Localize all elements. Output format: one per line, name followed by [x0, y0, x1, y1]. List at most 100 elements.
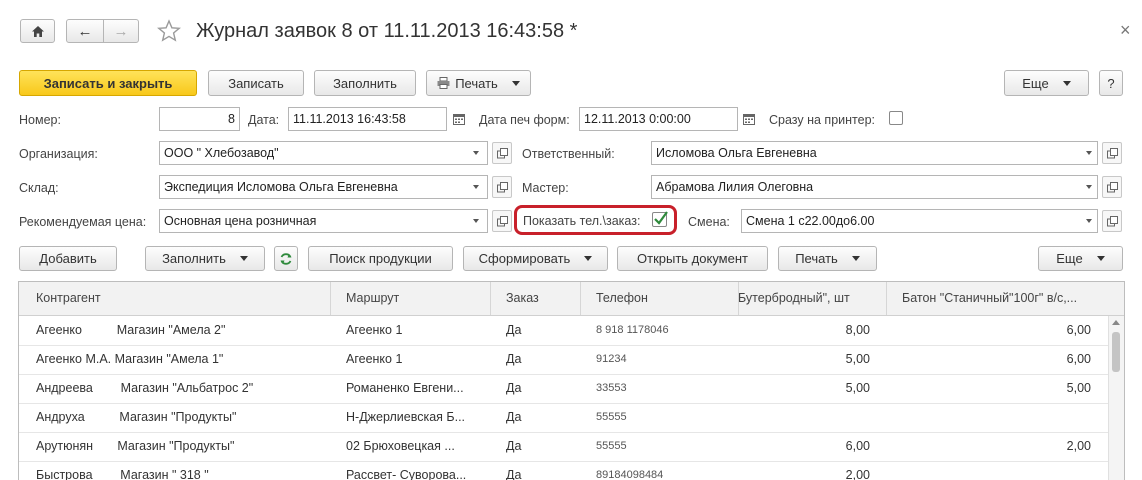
table-row[interactable]: Агеенко Магазин "Амела 2" Агеенко 1 Да 8…	[19, 316, 1109, 346]
home-icon	[31, 25, 44, 37]
open-master-button[interactable]	[1102, 176, 1122, 198]
organization-field[interactable]: ООО " Хлебозавод"	[159, 141, 488, 165]
calendar-icon[interactable]	[740, 108, 758, 130]
cell-product-2: 2,00	[1066, 439, 1091, 453]
refresh-icon	[280, 252, 292, 265]
print-date-field[interactable]: 12.11.2013 0:00:00	[579, 107, 738, 131]
column-header-product-2[interactable]: Батон "Станичный"100г" в/с,...	[902, 282, 1107, 315]
page-title: Журнал заявок 8 от 11.11.2013 16:43:58 *	[196, 20, 578, 42]
chevron-down-icon	[851, 256, 860, 261]
cell-order: Да	[506, 410, 522, 424]
close-icon[interactable]: ×	[1120, 20, 1131, 41]
cell-contractor: Агеенко М.А. Магазин "Амела 1"	[36, 352, 224, 366]
home-button[interactable]	[20, 19, 55, 43]
column-header-order[interactable]: Заказ	[506, 282, 576, 315]
open-warehouse-button[interactable]	[492, 176, 512, 198]
open-responsible-button[interactable]	[1102, 142, 1122, 164]
chevron-down-icon[interactable]	[467, 176, 485, 198]
cell-route: Агеенко 1	[346, 323, 403, 337]
open-icon	[1106, 181, 1118, 192]
open-icon	[496, 181, 508, 192]
search-products-button[interactable]: Поиск продукции	[308, 246, 453, 271]
open-price-button[interactable]	[492, 210, 512, 232]
table-row[interactable]: Арутюнян Магазин "Продукты" 02 Брюховецк…	[19, 432, 1109, 462]
open-icon	[496, 147, 508, 158]
responsible-label: Ответственный:	[522, 147, 615, 161]
vertical-scrollbar[interactable]	[1108, 316, 1124, 480]
master-field[interactable]: Абрамова Лилия Олеговна	[651, 175, 1098, 199]
master-label: Мастер:	[522, 181, 569, 195]
cell-contractor: Арутюнян Магазин "Продукты"	[36, 439, 235, 453]
to-printer-checkbox[interactable]	[889, 111, 903, 125]
orders-table[interactable]: Контрагент Маршрут Заказ Телефон Бутербр…	[18, 281, 1125, 480]
more-button[interactable]: Еще	[1004, 70, 1089, 96]
scrollbar-thumb[interactable]	[1112, 332, 1120, 372]
chevron-down-icon[interactable]	[1080, 142, 1098, 164]
arrow-right-icon: →	[113, 22, 129, 40]
cell-order: Да	[506, 439, 522, 453]
cell-product-1: 8,00	[845, 323, 870, 337]
add-button[interactable]: Добавить	[19, 246, 117, 271]
fill-button[interactable]: Заполнить	[314, 70, 416, 96]
arrow-left-icon: ←	[77, 22, 93, 40]
chevron-down-icon[interactable]	[1080, 210, 1098, 232]
warehouse-field[interactable]: Экспедиция Исломова Ольга Евгеневна	[159, 175, 488, 199]
print-menu-button[interactable]: Печать	[426, 70, 531, 96]
show-phone-checkbox[interactable]	[652, 211, 668, 227]
cell-product-2: 6,00	[1066, 352, 1091, 366]
chevron-down-icon[interactable]	[467, 210, 485, 232]
table-row[interactable]: Агеенко М.А. Магазин "Амела 1" Агеенко 1…	[19, 345, 1109, 375]
back-button[interactable]: ←	[66, 19, 104, 43]
cell-product-2	[886, 461, 1091, 480]
cell-product-2	[886, 403, 1091, 432]
cell-phone: 8 918 1178046	[596, 324, 669, 336]
forward-button[interactable]: →	[103, 19, 139, 43]
date-field[interactable]: 11.11.2013 16:43:58	[288, 107, 447, 131]
cell-product-1: 5,00	[845, 381, 870, 395]
open-document-button[interactable]: Открыть документ	[617, 246, 768, 271]
chevron-down-icon[interactable]	[467, 142, 485, 164]
shift-field[interactable]: Смена 1 с22.00до6.00	[741, 209, 1098, 233]
table-print-button[interactable]: Печать	[778, 246, 877, 271]
to-printer-label: Сразу на принтер:	[769, 113, 875, 127]
save-button[interactable]: Записать	[208, 70, 304, 96]
table-header: Контрагент Маршрут Заказ Телефон Бутербр…	[19, 282, 1124, 316]
cell-phone: 55555	[596, 440, 627, 452]
cell-phone: 91234	[596, 353, 627, 365]
open-icon	[496, 215, 508, 226]
show-phone-label: Показать тел.\заказ:	[523, 214, 641, 228]
open-shift-button[interactable]	[1102, 210, 1122, 232]
cell-product-1: 6,00	[845, 439, 870, 453]
table-more-label: Еще	[1056, 251, 1083, 266]
column-header-contractor[interactable]: Контрагент	[36, 282, 336, 315]
recommended-price-field[interactable]: Основная цена розничная	[159, 209, 488, 233]
calendar-icon[interactable]	[450, 108, 468, 130]
column-header-route[interactable]: Маршрут	[346, 282, 486, 315]
table-row[interactable]: Быстрова Магазин " 318 " Рассвет- Суворо…	[19, 461, 1109, 480]
star-icon[interactable]	[157, 19, 181, 43]
cell-route: Агеенко 1	[346, 352, 403, 366]
cell-route: Н-Джерлиевская Б...	[346, 410, 466, 424]
refresh-button[interactable]	[274, 246, 298, 271]
column-header-product-1[interactable]: Бутербродный", шт	[738, 282, 886, 315]
table-row[interactable]: Андруха Магазин "Продукты" Н-Джерлиевска…	[19, 403, 1109, 433]
table-row[interactable]: Андреева Магазин "Альбатрос 2" Романенко…	[19, 374, 1109, 404]
cell-product-1: 5,00	[845, 352, 870, 366]
column-header-phone[interactable]: Телефон	[596, 282, 736, 315]
chevron-down-icon[interactable]	[1080, 176, 1098, 198]
cell-product-2: 5,00	[1066, 381, 1091, 395]
responsible-field[interactable]: Исломова Ольга Евгеневна	[651, 141, 1098, 165]
help-button[interactable]: ?	[1099, 70, 1123, 96]
cell-order: Да	[506, 381, 522, 395]
open-icon	[1106, 215, 1118, 226]
warehouse-label: Склад:	[19, 181, 59, 195]
number-field[interactable]: 8	[159, 107, 240, 131]
chevron-down-icon	[584, 256, 593, 261]
save-and-close-button[interactable]: Записать и закрыть	[19, 70, 197, 96]
scroll-up-icon[interactable]	[1112, 320, 1120, 325]
print-label: Печать	[455, 75, 498, 91]
table-fill-button[interactable]: Заполнить	[145, 246, 265, 271]
table-more-button[interactable]: Еще	[1038, 246, 1123, 271]
open-organization-button[interactable]	[492, 142, 512, 164]
generate-button[interactable]: Сформировать	[463, 246, 608, 271]
